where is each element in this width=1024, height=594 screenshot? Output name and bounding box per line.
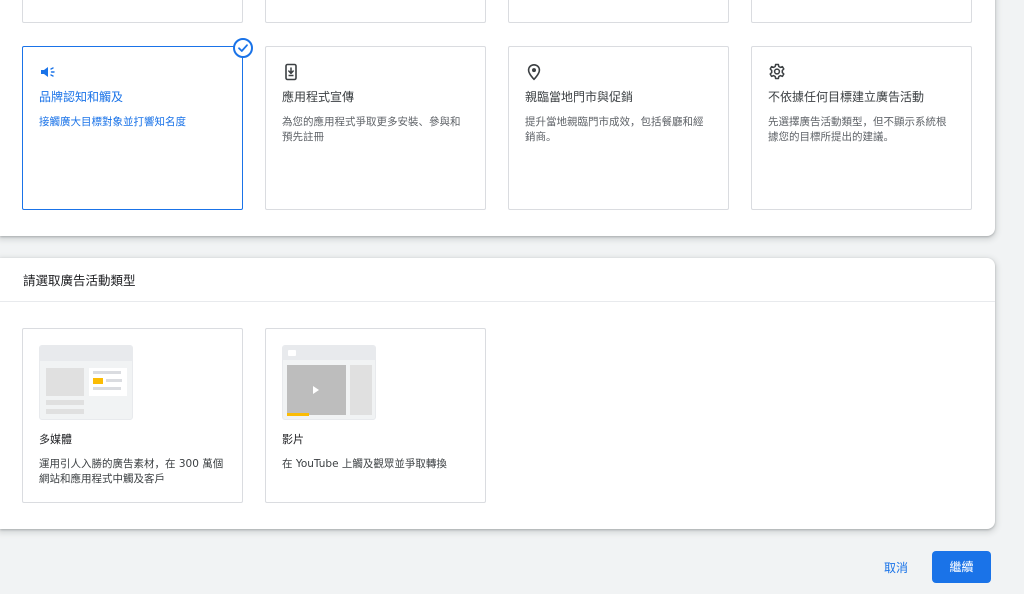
goal-title: 品牌認知和觸及 xyxy=(39,90,124,104)
video-thumbnail xyxy=(282,345,376,420)
goal-title: 不依據任何目標建立廣告活動 xyxy=(768,90,925,104)
goal-card-previous-row[interactable] xyxy=(508,0,729,23)
campaign-type-video[interactable]: 影片 在 YouTube 上觸及觀眾並爭取轉換 xyxy=(265,328,486,503)
goal-selection-panel: 品牌認知和觸及 接觸廣大目標對象並打響知名度 應用程式宣傳 為您的應用程式爭取更… xyxy=(0,0,995,236)
goal-description: 為您的應用程式爭取更多安裝、參與和預先註冊 xyxy=(282,116,461,143)
goal-card-previous-row[interactable] xyxy=(22,0,243,23)
gear-icon xyxy=(769,63,785,80)
campaign-type-description: 在 YouTube 上觸及觀眾並爭取轉換 xyxy=(282,458,447,470)
campaign-type-title: 多媒體 xyxy=(39,433,72,446)
location-pin-icon xyxy=(527,63,541,81)
goal-description: 接觸廣大目標對象並打響知名度 xyxy=(39,116,186,128)
selected-check-icon xyxy=(233,38,253,58)
display-thumbnail xyxy=(39,345,133,420)
megaphone-icon xyxy=(41,67,55,77)
phone-download-icon xyxy=(285,63,297,81)
campaign-type-description: 運用引人入勝的廣告素材，在 300 萬個網站和應用程式中觸及客戶 xyxy=(39,458,224,485)
goal-card-previous-row[interactable] xyxy=(265,0,486,23)
goal-card-app-promotion[interactable]: 應用程式宣傳 為您的應用程式爭取更多安裝、參與和預先註冊 xyxy=(265,46,486,210)
goal-card-previous-row[interactable] xyxy=(751,0,972,23)
divider xyxy=(0,301,995,302)
goal-description: 先選擇廣告活動類型，但不顯示系統根據您的目標所提出的建議。 xyxy=(768,116,947,143)
campaign-type-display[interactable]: 多媒體 運用引人入勝的廣告素材，在 300 萬個網站和應用程式中觸及客戶 xyxy=(22,328,243,503)
goal-card-local-store-visits[interactable]: 親臨當地門市與促銷 提升當地親臨門市成效，包括餐廳和經銷商。 xyxy=(508,46,729,210)
section-heading: 請選取廣告活動類型 xyxy=(23,273,136,288)
continue-button[interactable]: 繼續 xyxy=(932,551,991,583)
goal-title: 親臨當地門市與促銷 xyxy=(525,90,634,104)
goal-description: 提升當地親臨門市成效，包括餐廳和經銷商。 xyxy=(525,116,704,143)
campaign-type-panel: 請選取廣告活動類型 多媒體 運用引人入勝的廣告素材，在 300 萬個網站和應用程… xyxy=(0,258,995,529)
goal-title: 應用程式宣傳 xyxy=(282,90,355,104)
cancel-button[interactable]: 取消 xyxy=(873,556,919,580)
campaign-type-title: 影片 xyxy=(282,433,304,446)
goal-card-no-goal[interactable]: 不依據任何目標建立廣告活動 先選擇廣告活動類型，但不顯示系統根據您的目標所提出的… xyxy=(751,46,972,210)
goal-card-brand-awareness[interactable]: 品牌認知和觸及 接觸廣大目標對象並打響知名度 xyxy=(22,38,253,210)
